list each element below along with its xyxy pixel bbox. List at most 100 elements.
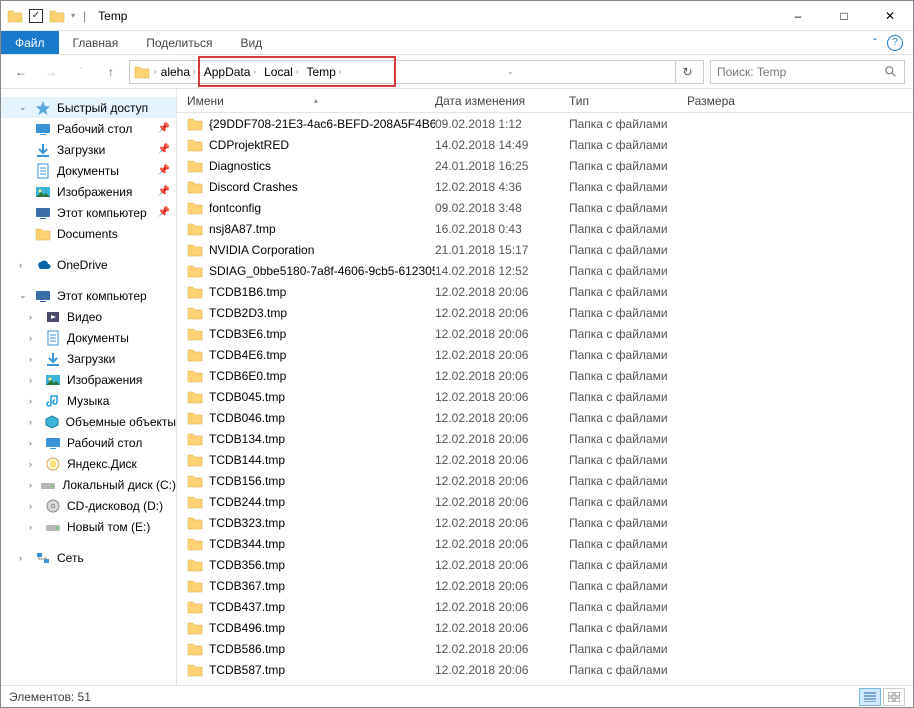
file-list[interactable]: {29DDF708-21E3-4ac6-BEFD-208A5F4B6B...09…: [177, 113, 913, 685]
chevron-right-icon[interactable]: ›: [29, 375, 39, 385]
refresh-button[interactable]: ↻: [675, 61, 699, 83]
chevron-down-icon[interactable]: ⌄: [19, 102, 29, 113]
chevron-right-icon[interactable]: ›: [29, 459, 39, 469]
file-row[interactable]: TCDB244.tmp12.02.2018 20:06Папка с файла…: [177, 491, 913, 512]
nav-forward-button[interactable]: →: [39, 60, 63, 84]
sidebar-thispc-item[interactable]: ›Новый том (E:): [1, 516, 176, 537]
sidebar-network[interactable]: › Сеть: [1, 547, 176, 568]
sidebar-onedrive[interactable]: › OneDrive: [1, 254, 176, 275]
chevron-right-icon[interactable]: ›: [29, 333, 39, 343]
sidebar-thispc-item[interactable]: ›Документы: [1, 327, 176, 348]
nav-recent-button[interactable]: ˇ: [69, 60, 93, 84]
maximize-button[interactable]: □: [821, 1, 867, 31]
file-row[interactable]: TCDB367.tmp12.02.2018 20:06Папка с файла…: [177, 575, 913, 596]
chevron-right-icon[interactable]: ›: [29, 312, 39, 322]
file-row[interactable]: TCDB356.tmp12.02.2018 20:06Папка с файла…: [177, 554, 913, 575]
sidebar-thispc-item[interactable]: ›Рабочий стол: [1, 432, 176, 453]
sidebar-thispc-item[interactable]: ›Видео: [1, 306, 176, 327]
qat-checkbox-icon[interactable]: ✓: [29, 9, 43, 23]
sidebar-thispc-item[interactable]: ›CD-дисковод (D:): [1, 495, 176, 516]
file-row[interactable]: fontconfig09.02.2018 3:48Папка с файлами: [177, 197, 913, 218]
file-row[interactable]: TCDB144.tmp12.02.2018 20:06Папка с файла…: [177, 449, 913, 470]
sidebar-thispc-item[interactable]: ›Яндекс.Диск: [1, 453, 176, 474]
file-row[interactable]: TCDB344.tmp12.02.2018 20:06Папка с файла…: [177, 533, 913, 554]
ribbon-tab-view[interactable]: Вид: [226, 31, 276, 54]
file-row[interactable]: TCDB496.tmp12.02.2018 20:06Папка с файла…: [177, 617, 913, 638]
file-row[interactable]: TCDB1B6.tmp12.02.2018 20:06Папка с файла…: [177, 281, 913, 302]
sidebar-thispc-item[interactable]: ›Локальный диск (C:): [1, 474, 176, 495]
onedrive-icon: [35, 257, 51, 273]
file-row[interactable]: CDProjektRED14.02.2018 14:49Папка с файл…: [177, 134, 913, 155]
file-row[interactable]: TCDB046.tmp12.02.2018 20:06Папка с файла…: [177, 407, 913, 428]
ribbon-tab-file[interactable]: Файл: [1, 31, 59, 54]
chevron-right-icon[interactable]: ›: [19, 553, 29, 563]
sidebar-thispc-item[interactable]: ›Объемные объекты: [1, 411, 176, 432]
file-row[interactable]: nsj8A87.tmp16.02.2018 0:43Папка с файлам…: [177, 218, 913, 239]
music-icon: [45, 393, 61, 409]
col-header-date[interactable]: Дата изменения: [435, 94, 569, 108]
qat-folder-icon[interactable]: [49, 8, 65, 24]
ribbon-tab-home[interactable]: Главная: [59, 31, 133, 54]
sidebar-thispc-item[interactable]: ›Загрузки: [1, 348, 176, 369]
minimize-button[interactable]: –: [775, 1, 821, 31]
view-large-button[interactable]: [883, 688, 905, 706]
close-button[interactable]: ✕: [867, 1, 913, 31]
ribbon-expand-icon[interactable]: ˇ: [873, 36, 877, 50]
file-row[interactable]: TCDB045.tmp12.02.2018 20:06Папка с файла…: [177, 386, 913, 407]
col-header-name[interactable]: Имени▴: [187, 94, 435, 108]
sidebar-thispc-item[interactable]: ›Изображения: [1, 369, 176, 390]
breadcrumb-seg-0[interactable]: aleha›: [157, 65, 200, 79]
address-bar[interactable]: › aleha› AppData› Local› Temp› ⌄ ↻: [129, 60, 704, 84]
sidebar-quick-item[interactable]: Документы📌: [1, 160, 176, 181]
chevron-right-icon[interactable]: ›: [29, 396, 39, 406]
chevron-right-icon[interactable]: ›: [19, 260, 29, 270]
chevron-right-icon[interactable]: ›: [29, 417, 38, 427]
qat-dropdown-icon[interactable]: ▾: [71, 11, 75, 20]
file-row[interactable]: TCDB586.tmp12.02.2018 20:06Папка с файла…: [177, 638, 913, 659]
search-input[interactable]: Поиск: Temp: [710, 60, 905, 84]
addressbar-dropdown-icon[interactable]: ⌄: [503, 67, 518, 76]
file-row[interactable]: TCDB437.tmp12.02.2018 20:06Папка с файла…: [177, 596, 913, 617]
chevron-right-icon[interactable]: ›: [29, 522, 39, 532]
file-row[interactable]: SDIAG_0bbe5180-7a8f-4606-9cb5-612305...1…: [177, 260, 913, 281]
sidebar-quick-access[interactable]: ⌄ Быстрый доступ: [1, 97, 176, 118]
nav-up-button[interactable]: ↑: [99, 60, 123, 84]
sidebar-thispc[interactable]: ⌄ Этот компьютер: [1, 285, 176, 306]
breadcrumb-seg-2[interactable]: Local›: [260, 65, 302, 79]
file-row[interactable]: Discord Crashes12.02.2018 4:36Папка с фа…: [177, 176, 913, 197]
file-row[interactable]: TCDB134.tmp12.02.2018 20:06Папка с файла…: [177, 428, 913, 449]
chevron-right-icon[interactable]: ›: [29, 501, 39, 511]
chevron-down-icon[interactable]: ⌄: [19, 290, 29, 301]
file-row[interactable]: TCDB587.tmp12.02.2018 20:06Папка с файла…: [177, 659, 913, 680]
file-type: Папка с файлами: [569, 537, 687, 551]
chevron-right-icon[interactable]: ›: [29, 354, 39, 364]
file-date: 09.02.2018 3:48: [435, 201, 569, 215]
breadcrumb-seg-1[interactable]: AppData›: [200, 65, 260, 79]
sidebar-quick-item[interactable]: Изображения📌: [1, 181, 176, 202]
sidebar-quick-item[interactable]: Загрузки📌: [1, 139, 176, 160]
col-header-size[interactable]: Размера: [687, 94, 767, 108]
file-row[interactable]: {29DDF708-21E3-4ac6-BEFD-208A5F4B6B...09…: [177, 113, 913, 134]
file-row[interactable]: TCDB6E0.tmp12.02.2018 20:06Папка с файла…: [177, 365, 913, 386]
breadcrumb-seg-3[interactable]: Temp›: [302, 65, 345, 79]
sidebar-quick-item[interactable]: Рабочий стол📌: [1, 118, 176, 139]
file-row[interactable]: NVIDIA Corporation21.01.2018 15:17Папка …: [177, 239, 913, 260]
file-date: 12.02.2018 20:06: [435, 432, 569, 446]
file-row[interactable]: Diagnostics24.01.2018 16:25Папка с файла…: [177, 155, 913, 176]
file-row[interactable]: TCDB2D3.tmp12.02.2018 20:06Папка с файла…: [177, 302, 913, 323]
sort-asc-icon: ▴: [314, 96, 318, 105]
ribbon-tab-share[interactable]: Поделиться: [132, 31, 226, 54]
file-row[interactable]: TCDB4E6.tmp12.02.2018 20:06Папка с файла…: [177, 344, 913, 365]
sidebar-thispc-item[interactable]: ›Музыка: [1, 390, 176, 411]
chevron-right-icon[interactable]: ›: [29, 438, 39, 448]
file-row[interactable]: TCDB156.tmp12.02.2018 20:06Папка с файла…: [177, 470, 913, 491]
col-header-type[interactable]: Тип: [569, 94, 687, 108]
view-details-button[interactable]: [859, 688, 881, 706]
file-row[interactable]: TCDB323.tmp12.02.2018 20:06Папка с файла…: [177, 512, 913, 533]
file-row[interactable]: TCDB3E6.tmp12.02.2018 20:06Папка с файла…: [177, 323, 913, 344]
nav-back-button[interactable]: ←: [9, 60, 33, 84]
sidebar-quick-item[interactable]: Этот компьютер📌: [1, 202, 176, 223]
help-icon[interactable]: ?: [887, 35, 903, 51]
sidebar-quick-item[interactable]: Documents: [1, 223, 176, 244]
chevron-right-icon[interactable]: ›: [29, 480, 34, 490]
